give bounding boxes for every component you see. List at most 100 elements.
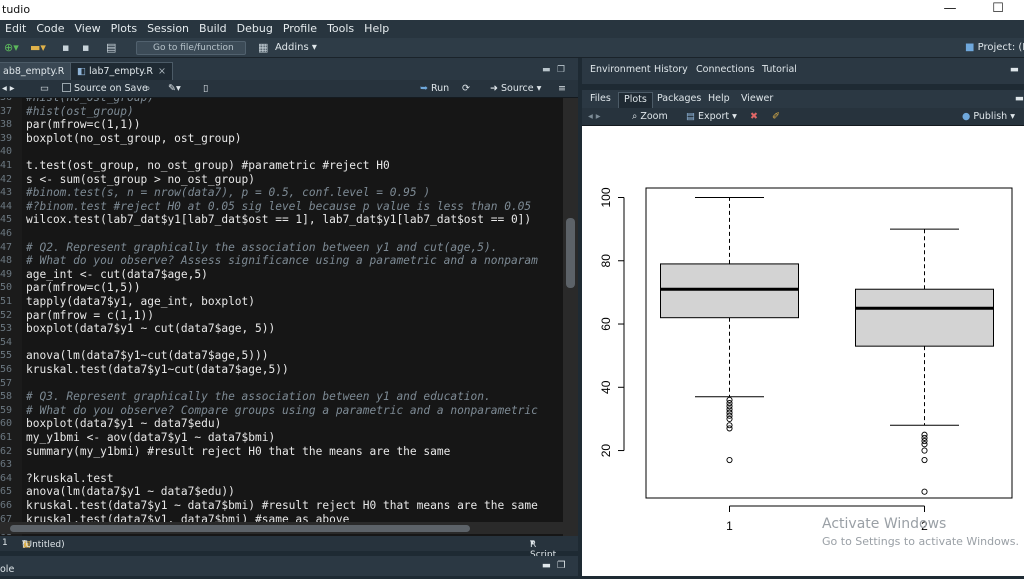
- code-line[interactable]: 48 # What do you observe? Assess signific…: [0, 254, 563, 268]
- tab-plots[interactable]: Plots: [618, 92, 653, 108]
- code-line[interactable]: 55 anova(lm(data7$y1~cut(data7$age,5))): [0, 349, 563, 363]
- editor-vertical-scrollbar[interactable]: [563, 98, 578, 536]
- code-line[interactable]: 63: [0, 458, 563, 472]
- menu-help[interactable]: Help: [359, 20, 394, 37]
- y-tick-label: 60: [599, 317, 613, 331]
- open-folder-icon[interactable]: ▬▾: [30, 41, 46, 55]
- minimize-pane-icon[interactable]: ▬: [1010, 93, 1024, 104]
- code-line[interactable]: 38 par(mfrow=c(1,1)): [0, 118, 563, 132]
- print-icon[interactable]: ▤: [106, 41, 116, 55]
- code-line[interactable]: 59 # What do you observe? Compare groups …: [0, 404, 563, 418]
- outline-icon[interactable]: ≡: [558, 83, 566, 94]
- scroll-thumb[interactable]: [10, 525, 470, 532]
- code-line[interactable]: 54: [0, 336, 563, 350]
- code-line[interactable]: 58 # Q3. Represent graphically the associ…: [0, 390, 563, 404]
- code-line[interactable]: 50 par(mfrow=c(1,5)): [0, 281, 563, 295]
- menu-tools[interactable]: Tools: [322, 20, 359, 37]
- minimize-pane-icon[interactable]: ▬: [542, 65, 551, 75]
- code-line[interactable]: 62 summary(my_y1bmi) #result reject H0 th…: [0, 445, 563, 459]
- prev-plot-icon[interactable]: ◂ ▸: [588, 111, 601, 122]
- code-line[interactable]: 44 #?binom.test #reject H0 at 0.05 sig le…: [0, 200, 563, 214]
- addins-menu[interactable]: Addins ▾: [275, 42, 317, 53]
- editor-horizontal-scrollbar[interactable]: [0, 522, 563, 534]
- menu-view[interactable]: View: [69, 20, 105, 37]
- line-number: 57: [0, 377, 13, 389]
- code-line[interactable]: 37 #hist(ost_group): [0, 105, 563, 119]
- outlier-point: [921, 441, 928, 448]
- scroll-thumb[interactable]: [566, 218, 575, 288]
- code-line[interactable]: 61 my_y1bmi <- aov(data7$y1 ~ data7$bmi): [0, 431, 563, 445]
- wand-icon[interactable]: ✎▾: [168, 83, 181, 94]
- code-line[interactable]: 60 boxplot(data7$y1 ~ data7$edu): [0, 417, 563, 431]
- close-icon[interactable]: ×: [158, 66, 166, 77]
- menu-plots[interactable]: Plots: [106, 20, 142, 37]
- line-number: 49: [0, 268, 13, 280]
- tab-environment[interactable]: Environment: [590, 64, 651, 75]
- maximize-pane-icon[interactable]: ❐: [557, 560, 566, 571]
- menu-session[interactable]: Session: [142, 20, 194, 37]
- rerun-icon[interactable]: ⟳: [462, 83, 470, 94]
- remove-plot-icon[interactable]: ✖: [750, 111, 758, 122]
- zoom-button[interactable]: ⌕ Zoom: [632, 111, 668, 122]
- menu-debug[interactable]: Debug: [232, 20, 278, 37]
- code-line[interactable]: 56 kruskal.test(data7$y1~cut(data7$age,5)…: [0, 363, 563, 377]
- code-line[interactable]: 65 anova(lm(data7$y1 ~ data7$edu)): [0, 485, 563, 499]
- boxplot-chart: 204060801001 2: [599, 187, 1013, 533]
- source-on-save-toggle[interactable]: Source on Save: [62, 83, 148, 94]
- code-line[interactable]: 39 boxplot(no_ost_group, ost_group): [0, 132, 563, 146]
- minimize-pane-icon[interactable]: ▬: [542, 560, 551, 571]
- minimize-button[interactable]: —: [930, 1, 970, 16]
- scope-selector[interactable]: ▣ (Untitled) ▾: [22, 538, 65, 550]
- tab-help[interactable]: Help: [703, 93, 735, 104]
- menu-edit[interactable]: Edit: [0, 20, 31, 37]
- source-button[interactable]: ➜ Source ▾: [490, 83, 541, 94]
- run-label: Run: [430, 83, 450, 94]
- maximize-button[interactable]: ☐: [978, 1, 1018, 16]
- file-type-selector[interactable]: R Script ▾: [530, 538, 556, 560]
- code-line[interactable]: 41 t.test(ost_group, no_ost_group) #param…: [0, 159, 563, 173]
- save-all-icon[interactable]: ▪: [82, 41, 89, 55]
- code-line[interactable]: 57: [0, 377, 563, 391]
- tab-viewer[interactable]: Viewer: [736, 93, 778, 104]
- code-line[interactable]: 47 # Q2. Represent graphically the associ…: [0, 241, 563, 255]
- compile-report-icon[interactable]: ▯: [203, 83, 208, 94]
- maximize-pane-icon[interactable]: ❐: [557, 65, 565, 75]
- clear-plots-icon[interactable]: ✐: [772, 111, 780, 122]
- publish-button[interactable]: ● Publish ▾: [962, 111, 1015, 122]
- code-line[interactable]: 66 kruskal.test(data7$y1 ~ data7$bmi) #re…: [0, 499, 563, 513]
- code-line[interactable]: 36 #hist(no_ost_group): [0, 98, 563, 105]
- code-line[interactable]: 40: [0, 145, 563, 159]
- code-line[interactable]: 52 par(mfrow = c(1,1)): [0, 309, 563, 323]
- code-line[interactable]: 46: [0, 227, 563, 241]
- show-in-window-icon[interactable]: ▭: [40, 83, 49, 94]
- minimize-pane-icon[interactable]: ▬: [1010, 64, 1019, 75]
- code-line[interactable]: 51 tapply(data7$y1, age_int, boxplot): [0, 295, 563, 309]
- goto-file-input[interactable]: Go to file/function: [136, 41, 246, 55]
- code-line[interactable]: 64 ?kruskal.test: [0, 472, 563, 486]
- menu-code[interactable]: Code: [31, 20, 69, 37]
- tab-tutorial[interactable]: Tutorial: [762, 64, 797, 75]
- run-button[interactable]: ➥ Run: [420, 83, 449, 94]
- save-icon[interactable]: ▪: [62, 41, 69, 55]
- back-icon[interactable]: ◂ ▸: [2, 83, 15, 94]
- code-text: # Q2. Represent graphically the associat…: [26, 240, 498, 254]
- code-line[interactable]: 45 wilcox.test(lab7_dat$y1[lab7_dat$ost =…: [0, 213, 563, 227]
- menu-profile[interactable]: Profile: [278, 20, 322, 37]
- code-editor[interactable]: 36#hist(no_ost_group)37#hist(ost_group)3…: [0, 98, 563, 536]
- new-file-icon[interactable]: ⊕▾: [4, 41, 19, 55]
- code-line[interactable]: 43 #binom.test(s, n = nrow(data7), p = 0.…: [0, 186, 563, 200]
- grid-layout-icon[interactable]: ▦: [258, 41, 268, 55]
- menu-build[interactable]: Build: [194, 20, 232, 37]
- tab-connections[interactable]: Connections: [696, 64, 755, 75]
- search-icon[interactable]: ⌕: [145, 83, 150, 94]
- line-number: 66: [0, 500, 13, 511]
- code-line[interactable]: 53 boxplot(data7$y1 ~ cut(data7$age, 5)): [0, 322, 563, 336]
- tab-lab7[interactable]: ◧ lab7_empty.R ×: [70, 62, 173, 80]
- code-line[interactable]: 49 age_int <- cut(data7$age,5): [0, 268, 563, 282]
- export-button[interactable]: ▤ Export ▾: [686, 111, 737, 122]
- tab-history[interactable]: History: [654, 64, 688, 75]
- tab-packages[interactable]: Packages: [652, 93, 706, 104]
- tab-files[interactable]: Files: [585, 93, 616, 104]
- code-line[interactable]: 42 s <- sum(ost_group > no_ost_group): [0, 173, 563, 187]
- project-menu[interactable]: ■ Project: (No: [965, 42, 1024, 53]
